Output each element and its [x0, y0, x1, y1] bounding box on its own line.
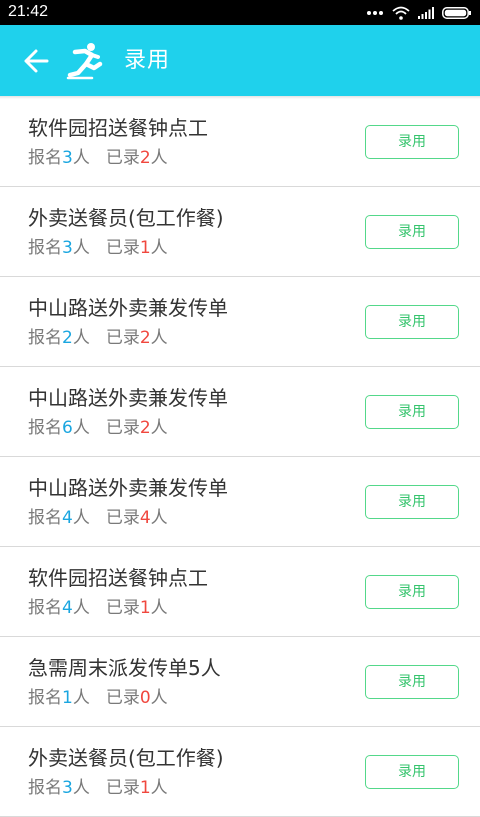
signup-unit: 人	[72, 778, 90, 798]
job-title: 中山路送外卖兼发传单	[28, 476, 228, 500]
hire-button[interactable]: 录用	[365, 575, 459, 609]
signup-count: 3	[62, 778, 73, 798]
hired-label: 已录	[105, 148, 140, 168]
hired-unit: 人	[150, 238, 168, 258]
hire-button[interactable]: 录用	[365, 485, 459, 519]
list-item: 中山路送外卖兼发传单 报名2人 已录2人 录用	[0, 277, 480, 367]
hired-count: 2	[139, 328, 151, 348]
list-item: 中山路送外卖兼发传单 报名6人 已录2人 录用	[0, 367, 480, 457]
hired-count: 2	[139, 148, 151, 168]
job-title: 外卖送餐员(包工作餐)	[28, 746, 224, 770]
signup-unit: 人	[72, 508, 90, 528]
signup-unit: 人	[72, 328, 90, 348]
hired-label: 已录	[105, 598, 140, 618]
status-time: 21:42	[8, 3, 49, 20]
signup-count: 4	[62, 508, 73, 528]
status-bar: 21:42	[0, 0, 480, 25]
hire-button[interactable]: 录用	[365, 125, 459, 159]
job-stats: 报名3人 已录1人	[28, 777, 168, 799]
hired-count: 1	[139, 598, 151, 618]
job-title: 外卖送餐员(包工作餐)	[28, 206, 224, 230]
list-item: 外卖送餐员(包工作餐) 报名3人 已录1人 录用	[0, 187, 480, 277]
hired-unit: 人	[150, 598, 168, 618]
signup-count: 3	[62, 148, 73, 168]
hired-unit: 人	[150, 418, 168, 438]
signup-unit: 人	[72, 238, 90, 258]
arrow-left-icon[interactable]	[22, 47, 50, 75]
job-title: 中山路送外卖兼发传单	[28, 386, 228, 410]
more-dots-icon	[367, 10, 383, 15]
signup-unit: 人	[72, 598, 90, 618]
hired-unit: 人	[150, 778, 168, 798]
signup-label: 报名	[28, 688, 62, 708]
job-stats: 报名2人 已录2人	[28, 327, 168, 349]
hired-count: 1	[139, 238, 151, 258]
job-stats: 报名4人 已录1人	[28, 597, 168, 619]
page-title: 录用	[124, 48, 171, 73]
hired-label: 已录	[105, 778, 140, 798]
signup-count: 1	[62, 688, 73, 708]
job-stats: 报名4人 已录4人	[28, 507, 168, 529]
job-stats: 报名6人 已录2人	[28, 417, 168, 439]
signup-label: 报名	[28, 778, 62, 798]
signup-label: 报名	[28, 148, 62, 168]
hire-button[interactable]: 录用	[365, 755, 459, 789]
hire-button[interactable]: 录用	[365, 395, 459, 429]
signup-label: 报名	[28, 418, 62, 438]
list-item: 软件园招送餐钟点工 报名4人 已录1人 录用	[0, 547, 480, 637]
list-item: 软件园招送餐钟点工 报名3人 已录2人 录用	[0, 97, 480, 187]
signup-unit: 人	[72, 688, 90, 708]
hired-count: 2	[139, 418, 151, 438]
hired-label: 已录	[105, 418, 140, 438]
hired-label: 已录	[105, 328, 140, 348]
signal-icon	[418, 6, 434, 19]
hired-label: 已录	[105, 508, 140, 528]
signup-label: 报名	[28, 328, 62, 348]
job-list: 软件园招送餐钟点工 报名3人 已录2人 录用 外卖送餐员(包工作餐) 报名3人 已录…	[0, 97, 480, 817]
hired-unit: 人	[150, 148, 168, 168]
wifi-icon	[392, 6, 410, 20]
hired-unit: 人	[150, 508, 168, 528]
hired-unit: 人	[150, 328, 168, 348]
signup-count: 6	[62, 418, 73, 438]
status-icons	[358, 4, 472, 21]
hired-label: 已录	[105, 688, 140, 708]
signup-label: 报名	[28, 508, 62, 528]
job-stats: 报名3人 已录2人	[28, 147, 168, 169]
hire-button[interactable]: 录用	[365, 215, 459, 249]
hired-count: 0	[139, 688, 151, 708]
app-bar: 录用	[0, 25, 480, 96]
list-item: 急需周末派发传单5人 报名1人 已录0人 录用	[0, 637, 480, 727]
hire-button[interactable]: 录用	[365, 305, 459, 339]
job-stats: 报名3人 已录1人	[28, 237, 168, 259]
signup-unit: 人	[72, 148, 90, 168]
signup-label: 报名	[28, 238, 62, 258]
signup-count: 4	[62, 598, 73, 618]
hired-unit: 人	[150, 688, 168, 708]
running-person-icon	[66, 43, 103, 80]
hired-count: 4	[139, 508, 151, 528]
job-title: 软件园招送餐钟点工	[28, 566, 208, 590]
signup-count: 2	[62, 328, 73, 348]
hired-label: 已录	[105, 238, 140, 258]
job-title: 急需周末派发传单5人	[28, 656, 221, 680]
hire-button[interactable]: 录用	[365, 665, 459, 699]
job-title: 软件园招送餐钟点工	[28, 116, 208, 140]
hired-count: 1	[139, 778, 151, 798]
list-item: 外卖送餐员(包工作餐) 报名3人 已录1人 录用	[0, 727, 480, 817]
job-stats: 报名1人 已录0人	[28, 687, 168, 709]
signup-label: 报名	[28, 598, 62, 618]
battery-icon	[442, 6, 471, 19]
signup-unit: 人	[72, 418, 90, 438]
job-title: 中山路送外卖兼发传单	[28, 296, 228, 320]
signup-count: 3	[62, 238, 73, 258]
list-item: 中山路送外卖兼发传单 报名4人 已录4人 录用	[0, 457, 480, 547]
